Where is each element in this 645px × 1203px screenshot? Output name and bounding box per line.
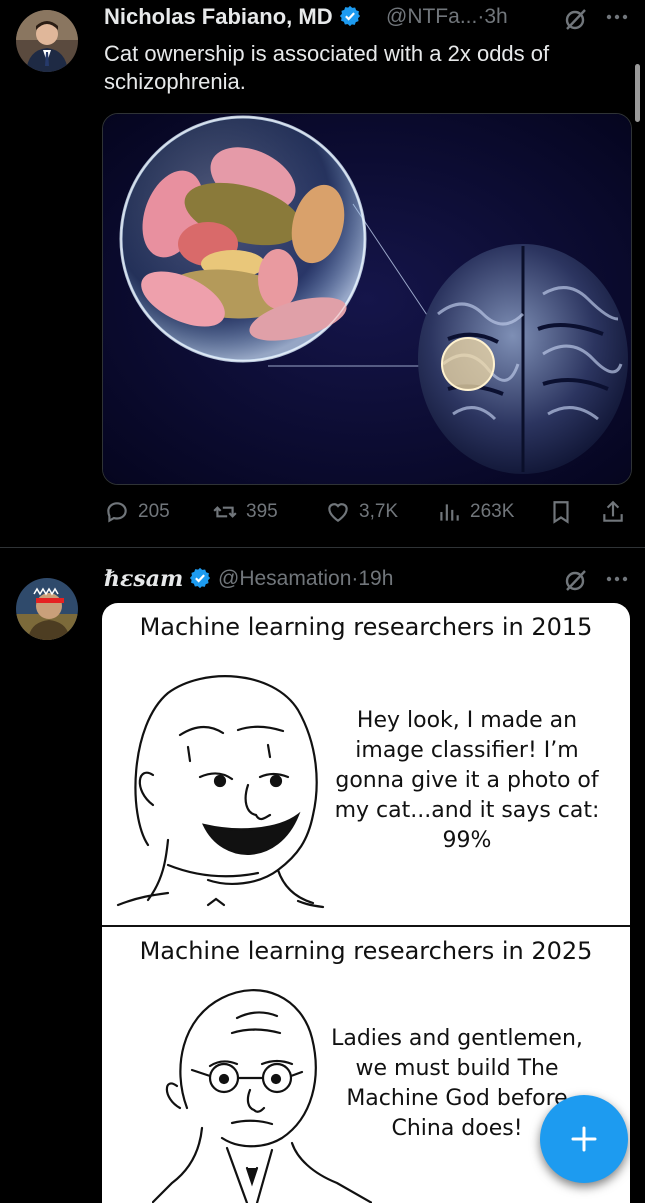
compose-button[interactable]: [540, 1095, 628, 1183]
tweet-text: Cat ownership is associated with a 2x od…: [104, 41, 550, 94]
views-icon: [440, 504, 459, 521]
repost-count: 395: [246, 501, 278, 522]
tweet-divider: [0, 547, 645, 548]
repost-button[interactable]: 395: [212, 498, 278, 526]
author-handle[interactable]: @NTFa...: [386, 5, 477, 28]
reply-count: 205: [138, 501, 170, 522]
views-button[interactable]: 263K: [436, 498, 514, 526]
like-count: 3,7K: [359, 501, 399, 522]
author-handle-line[interactable]: @Hesamation·19h: [218, 567, 393, 591]
meme-top-quote: Hey look, I made an image classifier! I’…: [334, 708, 600, 853]
meme-panel-divider: [102, 925, 630, 927]
wojak-happy-drawing: [116, 675, 325, 909]
views-count: 263K: [470, 501, 515, 522]
scrollbar[interactable]: [635, 64, 640, 122]
author-handle[interactable]: @Hesamation: [218, 567, 351, 590]
meme-bottom-heading: Machine learning researchers in 2025: [139, 937, 593, 965]
author-name[interactable]: ℏεsam: [104, 566, 211, 592]
tweet-media-image[interactable]: [102, 113, 632, 485]
author-handle-line[interactable]: @NTFa...·3h: [386, 5, 508, 29]
like-button[interactable]: 3,7K: [325, 498, 398, 526]
grok-icon[interactable]: [563, 567, 589, 593]
grok-icon[interactable]: [563, 6, 589, 32]
author-name[interactable]: Nicholas Fabiano, MD: [104, 4, 361, 30]
more-icon[interactable]: [604, 12, 630, 22]
avatar-hesam[interactable]: [16, 578, 78, 640]
reply-button[interactable]: 205: [104, 498, 170, 526]
meme-top-heading: Machine learning researchers in 2015: [139, 613, 593, 641]
more-icon[interactable]: [604, 574, 630, 584]
verified-badge-icon: [339, 5, 360, 27]
share-icon[interactable]: [600, 499, 626, 525]
avatar-nicholas[interactable]: [16, 10, 78, 72]
compose-plus-icon: [571, 1126, 597, 1152]
author-name-text[interactable]: ℏεsam: [104, 566, 183, 592]
author-name-text[interactable]: Nicholas Fabiano, MD: [104, 4, 333, 29]
tweet-time[interactable]: 3h: [484, 5, 507, 28]
tweet-time[interactable]: 19h: [358, 567, 393, 590]
like-icon: [328, 503, 348, 522]
repost-icon: [213, 506, 237, 518]
bookmark-icon[interactable]: [548, 499, 574, 525]
verified-badge-icon: [190, 567, 211, 589]
reply-icon: [107, 502, 127, 523]
